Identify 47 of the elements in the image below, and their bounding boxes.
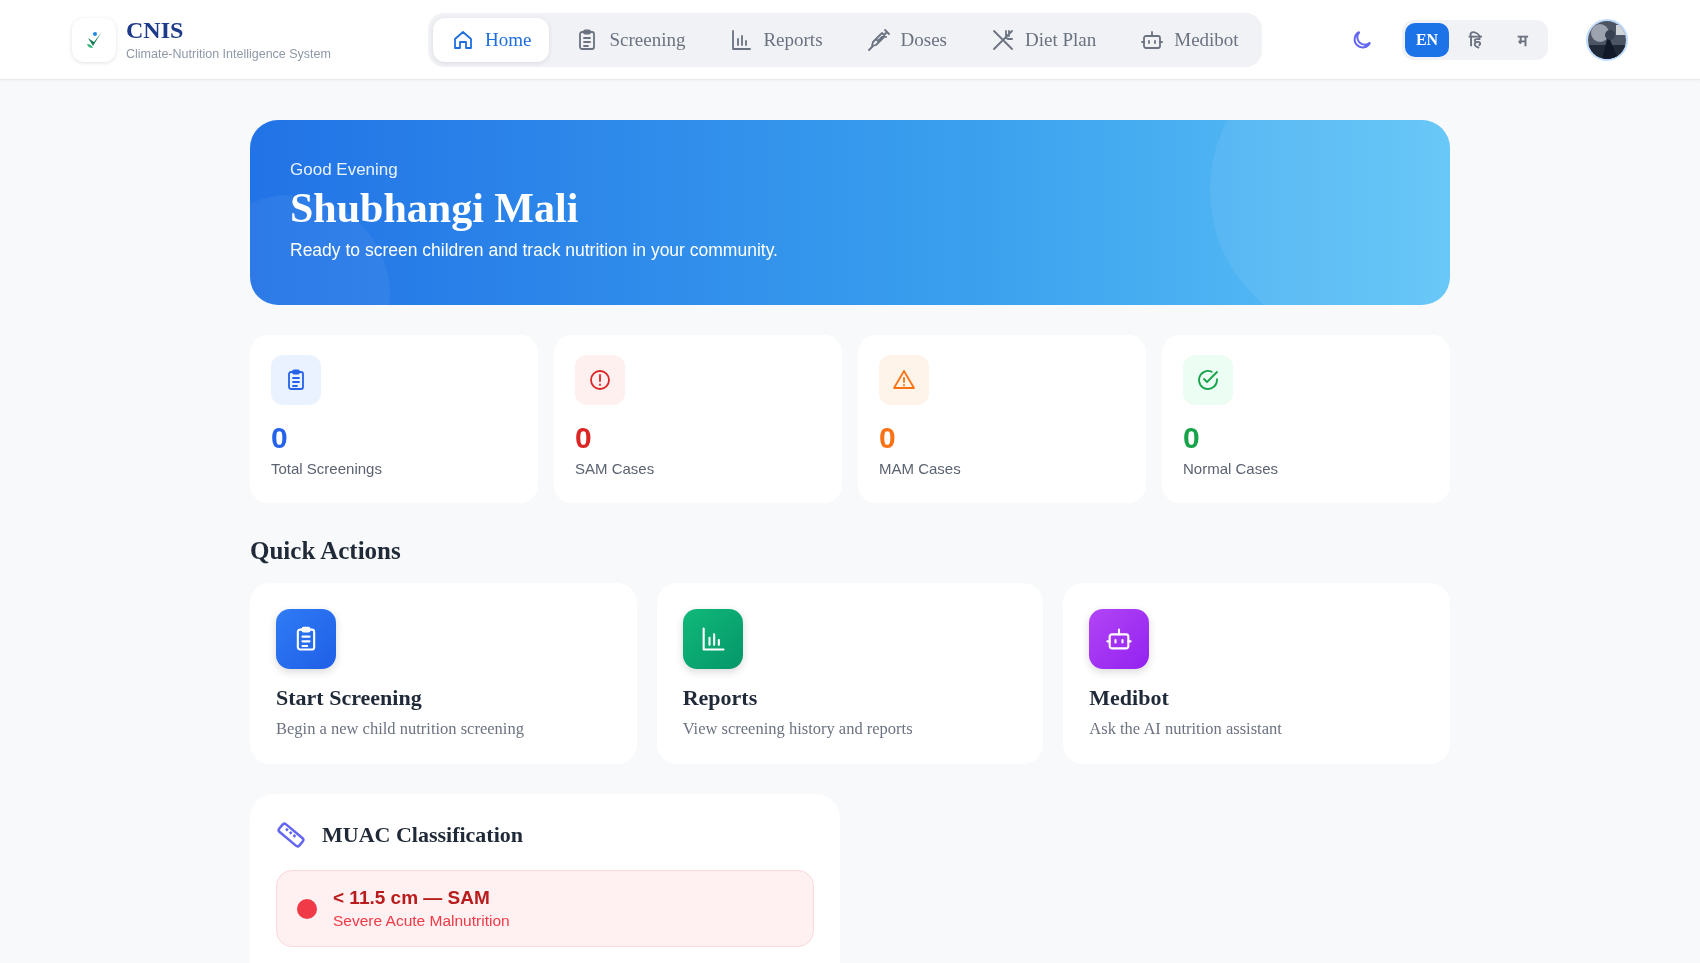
welcome-message: Ready to screen children and track nutrition in your community. <box>290 240 779 261</box>
logo-icon <box>72 17 116 62</box>
action-card[interactable]: Reports View screening history and reports <box>656 583 1044 764</box>
muac-range: < 11.5 cm — SAM <box>333 887 491 909</box>
stat-label: Normal Cases <box>1183 460 1280 477</box>
muac-description: Severe Acute Malnutrition <box>333 912 510 930</box>
action-icon <box>1089 609 1150 669</box>
stat-value: 0 <box>575 421 593 454</box>
stat-label: SAM Cases <box>575 460 656 477</box>
nav-tab[interactable]: Home <box>433 17 550 62</box>
stat-icon <box>879 355 929 405</box>
stat-icon <box>1183 355 1233 405</box>
nav-tab[interactable]: Diet Plan <box>973 17 1115 62</box>
nav-tab[interactable]: Screening <box>557 17 704 62</box>
nav-tab[interactable]: Medibot <box>1122 17 1257 62</box>
card-title: MUAC Classification <box>322 822 524 848</box>
utensils-icon <box>991 27 1015 52</box>
action-icon <box>276 609 336 669</box>
ruler-icon <box>276 820 306 850</box>
user-name: Shubhangi Mali <box>290 184 580 232</box>
stat-label: MAM Cases <box>879 460 962 477</box>
action-title: Start Screening <box>276 685 423 711</box>
language-button[interactable]: म <box>1501 22 1545 57</box>
stat-value: 0 <box>879 421 897 454</box>
language-button[interactable]: हि <box>1453 22 1497 57</box>
language-button[interactable]: EN <box>1405 22 1449 57</box>
syringe-icon <box>866 27 891 52</box>
action-icon <box>682 609 743 669</box>
stat-value: 0 <box>1183 421 1201 454</box>
action-description: Begin a new child nutrition screening <box>276 719 525 739</box>
action-description: Ask the AI nutrition assistant <box>1089 719 1283 739</box>
greeting: Good Evening <box>290 160 399 180</box>
stat-value: 0 <box>271 421 289 454</box>
stat-icon <box>271 355 321 405</box>
action-card[interactable]: Medibot Ask the AI nutrition assistant <box>1063 583 1450 764</box>
nav-tab[interactable]: Reports <box>711 17 841 62</box>
action-title: Reports <box>682 685 759 711</box>
stat-label: Total Screenings <box>271 460 383 477</box>
action-title: Medibot <box>1089 685 1170 711</box>
action-description: View screening history and reports <box>682 719 914 739</box>
nav-tab[interactable]: Doses <box>848 17 965 62</box>
stat-icon <box>575 355 625 405</box>
app-subtitle: Climate-Nutrition Intelligence System <box>126 47 331 61</box>
bar-chart-icon <box>729 27 754 52</box>
section-title: Quick Actions <box>250 537 402 565</box>
app-title: CNIS <box>126 18 185 42</box>
action-card[interactable]: Start Screening Begin a new child nutrition screening <box>250 583 637 764</box>
